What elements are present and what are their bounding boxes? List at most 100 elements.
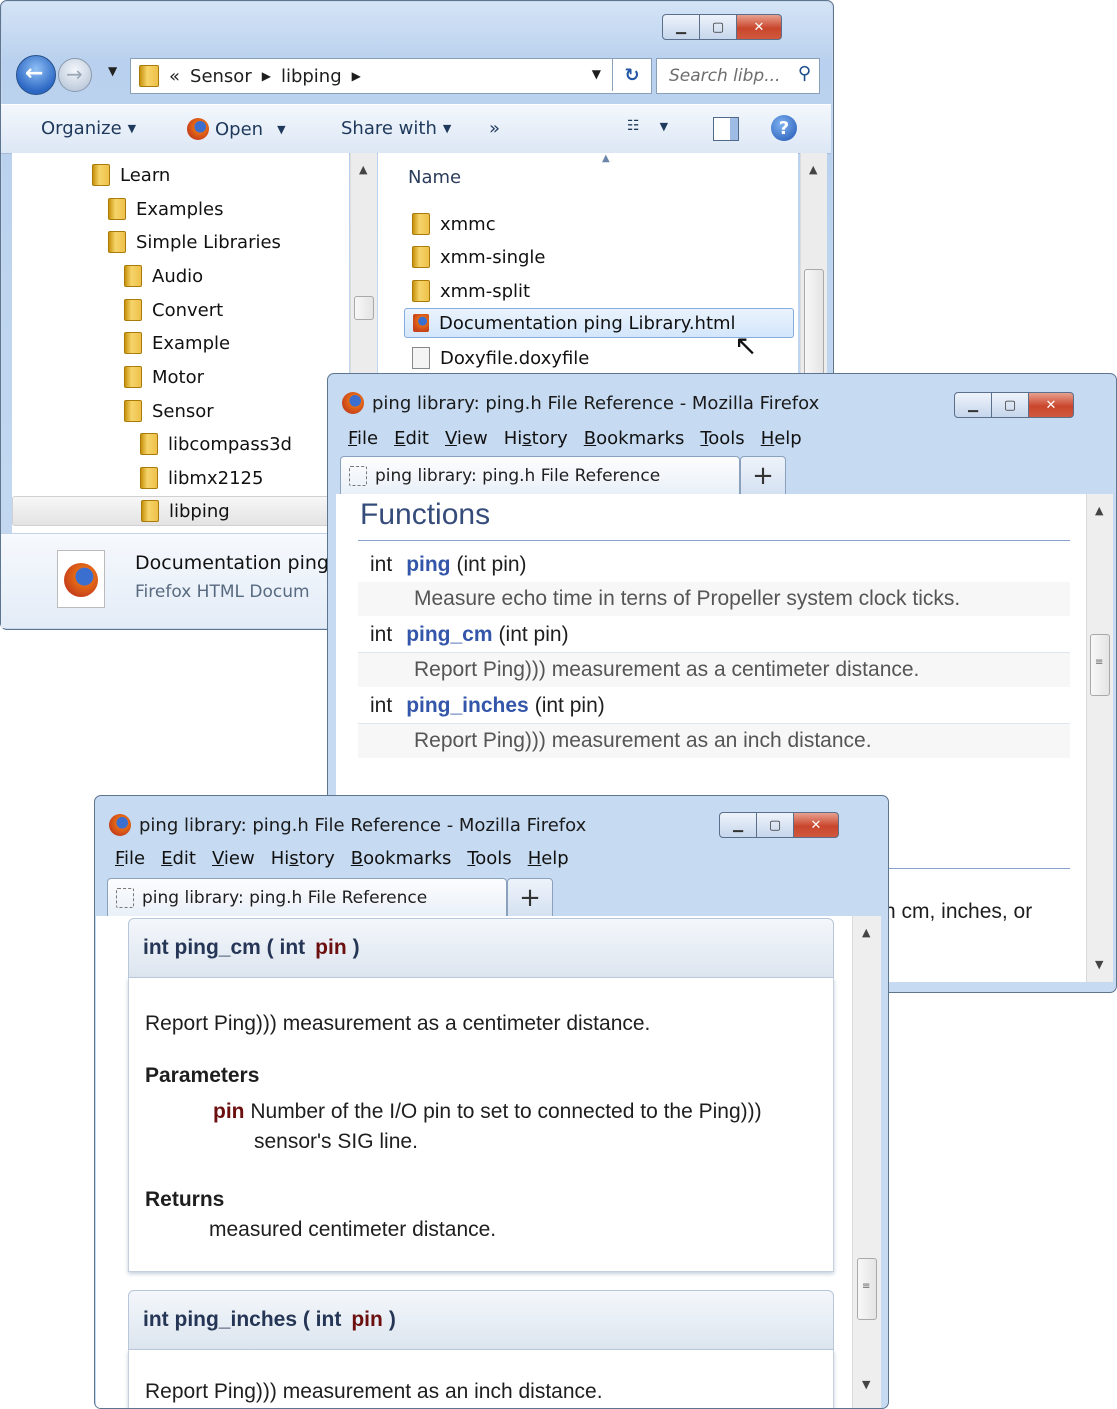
- scroll-down-icon[interactable]: ▼: [1095, 958, 1103, 971]
- folder-icon: [140, 433, 158, 455]
- breadcrumb-separator-icon[interactable]: ▶: [262, 69, 271, 83]
- minimize-button[interactable]: ▁: [662, 14, 700, 40]
- search-icon[interactable]: ⚲: [798, 63, 811, 84]
- menu-history[interactable]: History: [271, 848, 335, 869]
- more-commands-button[interactable]: »: [489, 118, 500, 139]
- breadcrumb-sensor[interactable]: Sensor: [190, 66, 252, 87]
- column-header-name[interactable]: Name: [408, 167, 461, 188]
- function-desc-ping: Measure echo time in terns of Propeller …: [358, 582, 1070, 616]
- parameter-row: pin Number of the I/O pin to set to conn…: [213, 1100, 762, 1124]
- tree-item-example[interactable]: Example: [124, 328, 230, 358]
- mouse-cursor-icon: ↖: [734, 329, 758, 362]
- menu-bookmarks[interactable]: Bookmarks: [584, 428, 685, 449]
- minimize-button[interactable]: ▁: [719, 812, 757, 838]
- back-button[interactable]: ←: [16, 55, 56, 95]
- file-item-xmm-single[interactable]: xmm-single: [412, 242, 546, 272]
- scroll-down-icon[interactable]: ▼: [862, 1378, 870, 1391]
- breadcrumb-overflow[interactable]: «: [169, 66, 180, 87]
- help-icon[interactable]: ?: [771, 115, 797, 141]
- page-scroll-thumb[interactable]: ≡: [1090, 634, 1110, 696]
- tree-item-learn[interactable]: Learn: [92, 160, 170, 190]
- function-args: (int pin): [534, 694, 605, 717]
- new-tab-button[interactable]: +: [507, 878, 553, 918]
- file-item-doxyfile[interactable]: Doxyfile.doxyfile: [412, 343, 589, 373]
- share-with-button[interactable]: Share with ▼: [341, 118, 451, 139]
- minimize-button[interactable]: ▁: [954, 392, 992, 418]
- address-bar[interactable]: « Sensor ▶ libping ▶ ▼ ↻: [130, 58, 652, 94]
- new-tab-button[interactable]: +: [740, 456, 786, 496]
- browser-tab[interactable]: ping library: ping.h File Reference: [107, 878, 507, 916]
- page-scroll-thumb[interactable]: ≡: [857, 1258, 877, 1320]
- arrow-left-icon: ←: [25, 61, 44, 86]
- maximize-button[interactable]: ▢: [700, 14, 737, 40]
- tree-item-sensor[interactable]: Sensor: [124, 396, 214, 426]
- menu-file[interactable]: File: [348, 428, 378, 449]
- tree-item-convert[interactable]: Convert: [124, 295, 223, 325]
- menu-help[interactable]: Help: [528, 848, 569, 869]
- maximize-button[interactable]: ▢: [757, 812, 794, 838]
- more-commands-label: »: [489, 118, 501, 139]
- tree-item-audio[interactable]: Audio: [124, 261, 203, 291]
- function-link-ping-cm[interactable]: ping_cm: [406, 623, 492, 647]
- tab-label: ping library: ping.h File Reference: [142, 887, 428, 908]
- scroll-up-icon[interactable]: ▲: [1095, 504, 1103, 517]
- folder-icon: [412, 280, 430, 302]
- menu-history[interactable]: History: [504, 428, 568, 449]
- page-scrollbar[interactable]: ▲ ≡ ▼: [852, 916, 881, 1408]
- menu-edit[interactable]: Edit: [161, 848, 196, 869]
- page-favicon-icon: [349, 465, 367, 486]
- menu-tools[interactable]: Tools: [700, 428, 744, 449]
- function-link-ping[interactable]: ping: [406, 553, 450, 577]
- address-history-chevron-icon[interactable]: ▼: [592, 67, 601, 81]
- menu-bookmarks[interactable]: Bookmarks: [351, 848, 452, 869]
- scroll-up-icon[interactable]: ▲: [809, 163, 817, 176]
- scroll-up-icon[interactable]: ▲: [862, 926, 870, 939]
- browser-tab[interactable]: ping library: ping.h File Reference: [340, 456, 740, 494]
- forward-button[interactable]: →: [58, 58, 92, 92]
- file-thumbnail: [57, 550, 105, 608]
- folder-icon: [92, 164, 110, 186]
- tree-scroll-thumb[interactable]: [354, 296, 374, 320]
- breadcrumb-libping[interactable]: libping: [281, 66, 342, 87]
- tree-item-motor[interactable]: Motor: [124, 362, 204, 392]
- preview-pane-icon[interactable]: [713, 117, 739, 141]
- menu-view[interactable]: View: [212, 848, 255, 869]
- tree-item-libmx2125[interactable]: libmx2125: [140, 463, 263, 493]
- menu-edit[interactable]: Edit: [394, 428, 429, 449]
- tree-item-simple-libraries[interactable]: Simple Libraries: [108, 227, 281, 257]
- menu-help[interactable]: Help: [761, 428, 802, 449]
- refresh-icon[interactable]: ↻: [612, 59, 651, 91]
- recent-pages-chevron-icon[interactable]: ▼: [108, 64, 117, 78]
- details-file-name: Documentation ping: [135, 552, 329, 574]
- organize-button[interactable]: Organize ▼: [41, 118, 136, 139]
- tree-item-label: Convert: [152, 299, 224, 321]
- view-options-button[interactable]: ☷ ▼: [627, 118, 668, 134]
- chevron-down-icon: ▼: [659, 119, 669, 133]
- tree-item-examples[interactable]: Examples: [108, 194, 223, 224]
- member-header-ping-inches: int ping_inches ( int pin ): [128, 1290, 834, 1350]
- tree-item-libping[interactable]: libping: [12, 496, 349, 526]
- maximize-button[interactable]: ▢: [992, 392, 1029, 418]
- window-title: ping library: ping.h File Reference - Mo…: [342, 392, 819, 414]
- file-item-xmmc[interactable]: xmmc: [412, 209, 496, 239]
- tree-item-libcompass3d[interactable]: libcompass3d: [140, 429, 292, 459]
- plus-icon: +: [519, 883, 541, 913]
- search-input[interactable]: Search libp... ⚲: [656, 58, 820, 94]
- open-button[interactable]: Open ▼: [187, 118, 286, 140]
- signature-param: pin: [351, 1308, 383, 1331]
- breadcrumb-separator-icon[interactable]: ▶: [352, 69, 361, 83]
- sort-ascending-icon: ▲: [602, 153, 610, 164]
- file-item-xmm-split[interactable]: xmm-split: [412, 276, 530, 306]
- page-scrollbar[interactable]: ▲ ≡ ▼: [1086, 494, 1113, 982]
- details-file-type: Firefox HTML Docum: [135, 582, 310, 602]
- close-button[interactable]: ✕: [794, 812, 839, 838]
- close-button[interactable]: ✕: [737, 14, 782, 40]
- close-button[interactable]: ✕: [1029, 392, 1074, 418]
- tree-item-label: Audio: [152, 265, 204, 287]
- folder-icon: [124, 366, 142, 388]
- scroll-up-icon[interactable]: ▲: [359, 163, 367, 176]
- menu-view[interactable]: View: [445, 428, 488, 449]
- menu-file[interactable]: File: [115, 848, 145, 869]
- menu-tools[interactable]: Tools: [467, 848, 511, 869]
- function-link-ping-inches[interactable]: ping_inches: [406, 694, 529, 718]
